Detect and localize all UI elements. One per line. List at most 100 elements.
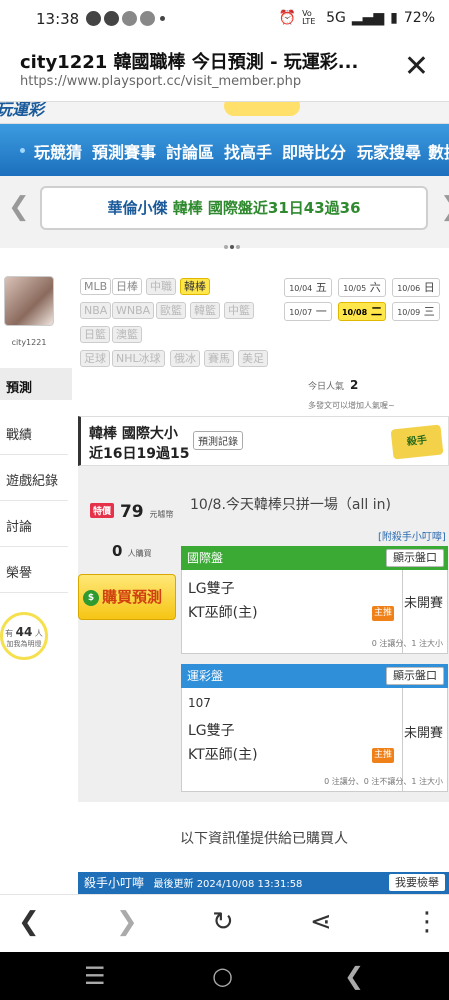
killer-badge-icon: 殺手 — [390, 424, 444, 460]
game-status: 未開賽 — [404, 726, 444, 741]
nav-item-data[interactable]: 數据 — [428, 139, 449, 163]
more-notifications-icon — [160, 16, 165, 21]
killer-tip-link[interactable]: [附殺手小叮嚀] — [378, 528, 446, 543]
date-1006[interactable]: 10/06 日 — [392, 278, 440, 297]
team-away: LG雙子 — [188, 581, 235, 597]
line-icon — [104, 11, 119, 26]
nav-dot-icon — [20, 148, 25, 153]
filter-khl: 俄冰 — [170, 350, 200, 367]
page-title: city1221 韓國職棒 今日預測 - 玩運彩... — [20, 52, 359, 73]
home-icon[interactable]: ○ — [212, 962, 233, 990]
team-away: LG雙子 — [188, 723, 235, 739]
volte-icon: Vo LTE — [302, 9, 316, 26]
filter-kbo[interactable]: 韓棒 — [180, 278, 210, 295]
filter-sbl: 中籃 — [224, 302, 254, 319]
nav-item-forum[interactable]: 討論區 — [166, 139, 214, 163]
tiktok-icon — [140, 11, 155, 26]
sidebar-item-predict[interactable]: 預測 — [6, 377, 32, 396]
filter-nhl: NHL冰球 — [112, 350, 165, 367]
browser-toolbar: ❮ ❯ ↻ ⋖ ⋮ — [0, 894, 449, 952]
filter-kbl: 韓籃 — [190, 302, 220, 319]
panel-sports-lottery: 運彩盤 顯示盤口 107 LG雙子 KT巫師(主) 主推 未開賽 0 注讓分、0… — [181, 664, 448, 792]
panel-header: 運彩盤 顯示盤口 — [181, 664, 448, 688]
tiktok-icon — [122, 11, 137, 26]
filter-npb[interactable]: 日棒 — [112, 278, 142, 295]
filter-horse: 賽馬 — [204, 350, 234, 367]
price-value: 79 — [119, 502, 144, 522]
date-1005[interactable]: 10/05 六 — [338, 278, 386, 297]
main-pick-tag: 主推 — [372, 606, 394, 621]
sale-badge: 特價 — [90, 503, 115, 518]
killer-tip-bar: 殺手小叮嚀 最後更新 2024/10/08 13:31:58 我要檢舉 — [78, 872, 449, 894]
filter-nbl: 澳籃 — [112, 326, 142, 343]
nav-item-livescore[interactable]: 即時比分 — [282, 139, 346, 163]
nav-item-guess[interactable]: 玩競猜 — [34, 139, 82, 163]
sidebar-item-game-log[interactable]: 遊戲紀錄 — [6, 470, 58, 489]
status-bar: 13:38 ⏰ Vo LTE 5G ▂▄▆ ▮ 72% — [0, 0, 449, 38]
record-title: 韓棒 國際大小 — [89, 426, 178, 442]
username: city1221 — [11, 338, 47, 347]
lamp-text: 加我為明燈 — [6, 640, 42, 648]
signal-icon: ▂▄▆ — [351, 10, 385, 26]
filter-bj: 日籃 — [80, 326, 110, 343]
site-top-strip: 玩運彩 — [0, 102, 449, 124]
killer-tip-title: 殺手小叮嚀 — [84, 876, 145, 890]
close-icon[interactable]: ✕ — [404, 52, 429, 82]
sidebar-item-discuss[interactable]: 討論 — [6, 516, 32, 535]
chat-icon — [86, 11, 101, 26]
filter-euro-basket: 歐籃 — [156, 302, 186, 319]
forward-icon: ❯ — [116, 907, 138, 937]
share-icon[interactable]: ⋖ — [310, 907, 332, 937]
record-stat: 近16日19過15 — [89, 446, 190, 462]
back-icon[interactable]: ❮ — [18, 907, 40, 937]
avatar[interactable] — [4, 276, 54, 326]
nav-item-player-search[interactable]: 玩家搜尋 — [357, 139, 421, 163]
chevron-left-icon[interactable]: ❮ — [8, 192, 30, 222]
predict-record-button[interactable]: 預測記錄 — [193, 431, 243, 450]
buy-prediction-button[interactable]: $ 購買預測 — [78, 574, 176, 620]
panel-header: 國際盤 顯示盤口 — [181, 546, 448, 570]
banner-user: 華倫小傑 — [107, 199, 168, 217]
reload-icon[interactable]: ↻ — [212, 907, 234, 937]
filter-cpbl: 中職 — [146, 278, 176, 295]
battery-level: 72% — [403, 10, 435, 26]
pick-summary: 0 注讓分、1 注大小 — [371, 639, 443, 648]
show-odds-button[interactable]: 顯示盤口 — [386, 549, 444, 567]
chevron-right-icon[interactable]: ❯ — [440, 192, 449, 222]
lamp-count: 44 — [15, 625, 33, 639]
date-1008[interactable]: 10/08 二 — [338, 302, 386, 321]
recents-icon[interactable]: ☰ — [84, 962, 106, 990]
date-1007[interactable]: 10/07 一 — [284, 302, 332, 321]
main-nav: 玩競猜 預測賽事 討論區 找高手 即時比分 玩家搜尋 數据 — [0, 124, 449, 176]
prediction-headline: 10/8.今天韓棒只拼一場（all in) — [190, 497, 391, 513]
panel-international: 國際盤 顯示盤口 LG雙子 KT巫師(主) 主推 未開賽 0 注讓分、1 注大小 — [181, 546, 448, 654]
filter-nfl: 美足 — [238, 350, 268, 367]
site-logo[interactable]: 玩運彩 — [0, 102, 44, 120]
system-nav-bar: ☰ ○ ❮ — [0, 952, 449, 1000]
popularity-hint: 多發文可以增加人氣喔~ — [308, 401, 395, 410]
sidebar-item-record[interactable]: 戰績 — [6, 424, 32, 443]
date-1009[interactable]: 10/09 三 — [392, 302, 440, 321]
nav-item-experts[interactable]: 找高手 — [224, 139, 272, 163]
banner[interactable]: 華倫小傑 韓棒 國際盤近31日43過36 — [40, 186, 428, 230]
sidebar-item-honor[interactable]: 榮譽 — [6, 562, 32, 581]
show-odds-button[interactable]: 顯示盤口 — [386, 667, 444, 685]
nav-item-predict[interactable]: 預測賽事 — [92, 139, 156, 163]
date-1004[interactable]: 10/04 五 — [284, 278, 332, 297]
system-back-icon[interactable]: ❮ — [344, 962, 364, 990]
filter-soccer: 足球 — [80, 350, 110, 367]
main-pick-tag: 主推 — [372, 748, 394, 763]
filter-mlb[interactable]: MLB — [80, 278, 112, 295]
banner-record: 韓棒 國際盤近31日43過36 — [172, 199, 361, 217]
report-button[interactable]: 我要檢舉 — [389, 874, 445, 891]
team-home: KT巫師(主) — [188, 747, 258, 763]
cart-icon: $ — [83, 590, 99, 606]
more-menu-icon[interactable]: ⋮ — [414, 907, 440, 937]
lamp-bubble[interactable]: 有 44 人 加我為明燈 — [0, 612, 48, 660]
game-code: 107 — [188, 696, 211, 710]
buyer-only-info: 以下資訊僅提供給已購買人 — [180, 831, 348, 847]
killer-tip-updated: 最後更新 2024/10/08 13:31:58 — [153, 879, 303, 890]
price-unit: 元噱幣 — [149, 510, 174, 519]
buyer-count: 0 人購買 — [112, 542, 152, 560]
page-url[interactable]: https://www.playsport.cc/visit_member.ph… — [20, 74, 301, 89]
